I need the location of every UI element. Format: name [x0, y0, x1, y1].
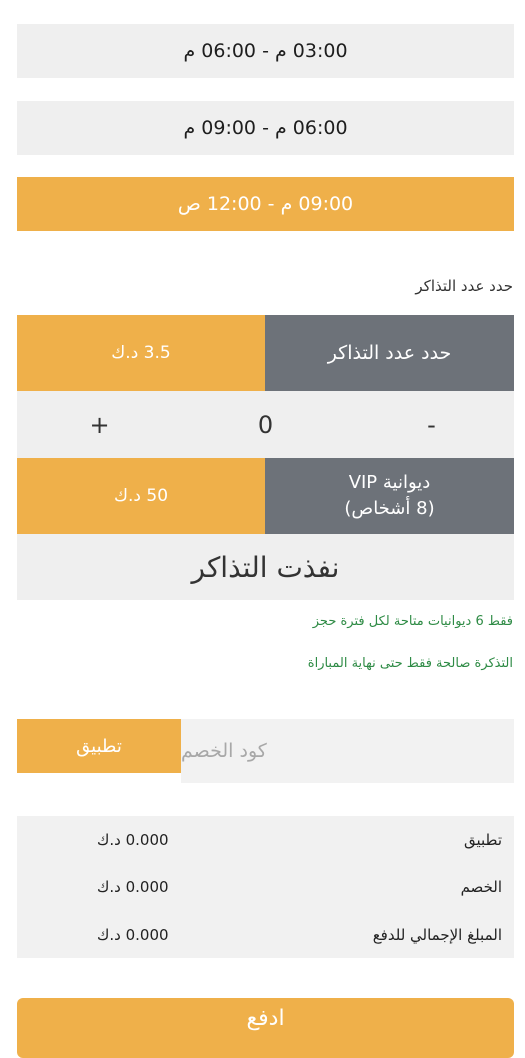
coupon-row: تطبيق كود الخصم	[17, 719, 514, 783]
pay-button[interactable]: ادفع	[17, 998, 514, 1058]
regular-ticket-price: 3.5 د.ك	[17, 315, 265, 391]
summary-label: الخصم	[460, 878, 502, 896]
increment-button[interactable]: +	[17, 411, 182, 439]
vip-ticket-row: 50 د.ك ديوانية VIP (8 أشخاص)	[17, 458, 514, 534]
time-slot-label: 09:00 م - 12:00 ص	[177, 193, 354, 215]
time-slot-label: 06:00 م - 09:00 م	[183, 117, 348, 139]
price-summary: 0.000 د.ك تطبيق 0.000 د.ك الخصم 0.000 د.…	[17, 816, 514, 958]
validity-note: التذكرة صالحة فقط حتى نهاية المباراة	[307, 656, 513, 671]
apply-coupon-button[interactable]: تطبيق	[17, 719, 181, 773]
vip-ticket-price: 50 د.ك	[17, 458, 265, 534]
decrement-button[interactable]: -	[349, 411, 514, 439]
summary-label: المبلغ الإجمالي للدفع	[372, 926, 502, 944]
vip-ticket-title: ديوانية VIP (8 أشخاص)	[265, 458, 514, 534]
regular-ticket-title: حدد عدد التذاكر	[265, 315, 514, 391]
summary-value: 0.000 د.ك	[97, 878, 169, 896]
summary-value: 0.000 د.ك	[97, 926, 169, 944]
summary-value: 0.000 د.ك	[97, 831, 169, 849]
ticket-quantity-stepper: + 0 -	[17, 391, 514, 458]
tickets-section-label: حدد عدد التذاكر	[415, 277, 513, 295]
vip-title-line1: ديوانية VIP	[348, 472, 431, 493]
time-slot-1[interactable]: 03:00 م - 06:00 م	[17, 24, 514, 78]
time-slot-2[interactable]: 06:00 م - 09:00 م	[17, 101, 514, 155]
time-slot-label: 03:00 م - 06:00 م	[183, 40, 348, 62]
summary-row-discount: 0.000 د.ك الخصم	[17, 872, 514, 902]
coupon-placeholder: كود الخصم	[181, 740, 267, 762]
summary-label: تطبيق	[463, 831, 502, 849]
availability-note: فقط 6 ديوانيات متاحة لكل فترة حجز	[312, 614, 513, 629]
coupon-input[interactable]: كود الخصم	[181, 719, 514, 783]
summary-row-total: 0.000 د.ك المبلغ الإجمالي للدفع	[17, 920, 514, 950]
time-slot-3-selected[interactable]: 09:00 م - 12:00 ص	[17, 177, 514, 231]
pay-button-label: ادفع	[246, 1006, 285, 1031]
soldout-banner: نفذت التذاكر	[17, 534, 514, 600]
soldout-label: نفذت التذاكر	[191, 550, 340, 584]
summary-row-apply: 0.000 د.ك تطبيق	[17, 825, 514, 855]
quantity-value: 0	[257, 410, 274, 439]
regular-ticket-row: 3.5 د.ك حدد عدد التذاكر	[17, 315, 514, 391]
vip-title-line2: (8 أشخاص)	[344, 498, 435, 519]
